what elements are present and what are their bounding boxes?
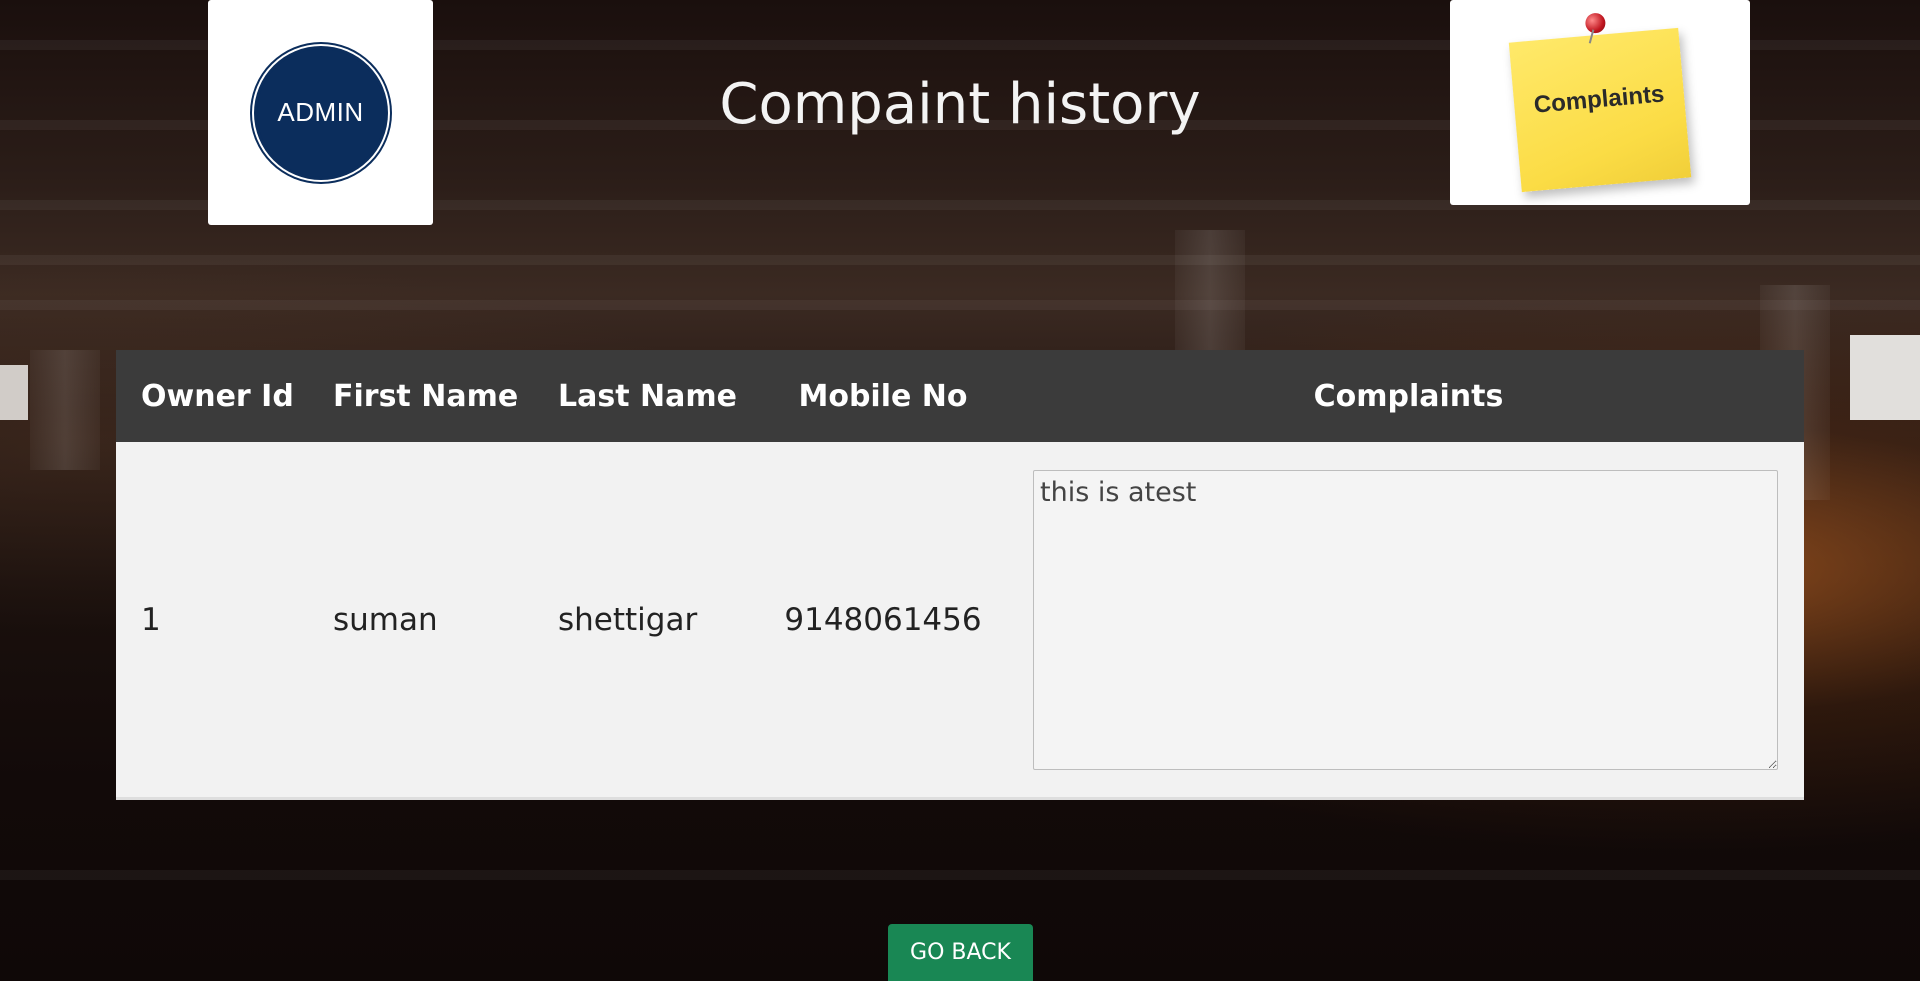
column-header-first-name: First Name (333, 378, 519, 414)
cell-mobile-no: 9148061456 (784, 601, 982, 638)
table-row: 1 suman shettigar 9148061456 this is ate… (116, 442, 1804, 799)
column-header-complaints: Complaints (1313, 378, 1504, 414)
complaint-history-table: Owner Id First Name Last Name Mobile No … (116, 350, 1804, 800)
table-header-row: Owner Id First Name Last Name Mobile No … (116, 350, 1804, 442)
column-header-owner-id: Owner Id (141, 378, 294, 414)
go-back-button[interactable]: GO BACK (888, 924, 1033, 981)
complaints-logo-card: Complaints (1450, 0, 1750, 205)
background-pillar (30, 350, 100, 470)
page: ADMIN Compaint history Complaints Owner … (0, 0, 1920, 981)
column-header-mobile-no: Mobile No (798, 378, 968, 414)
background-window (0, 365, 28, 420)
cell-first-name: suman (333, 601, 438, 638)
sticky-note-icon: Complaints (1508, 11, 1692, 192)
background-pillar (1175, 230, 1245, 350)
complaint-history-table-wrap: Owner Id First Name Last Name Mobile No … (116, 350, 1804, 800)
cell-owner-id: 1 (141, 601, 161, 638)
complaints-logo-text: Complaints (1532, 79, 1666, 119)
cell-last-name: shettigar (558, 601, 698, 638)
cell-complaint: this is atest (1013, 442, 1804, 799)
background-beam (0, 255, 1920, 265)
background-beam (0, 870, 1920, 880)
pushpin-icon (1584, 11, 1607, 34)
complaint-textarea[interactable]: this is atest (1033, 469, 1778, 770)
column-header-last-name: Last Name (558, 378, 737, 414)
background-window (1850, 335, 1920, 420)
background-beam (0, 300, 1920, 310)
